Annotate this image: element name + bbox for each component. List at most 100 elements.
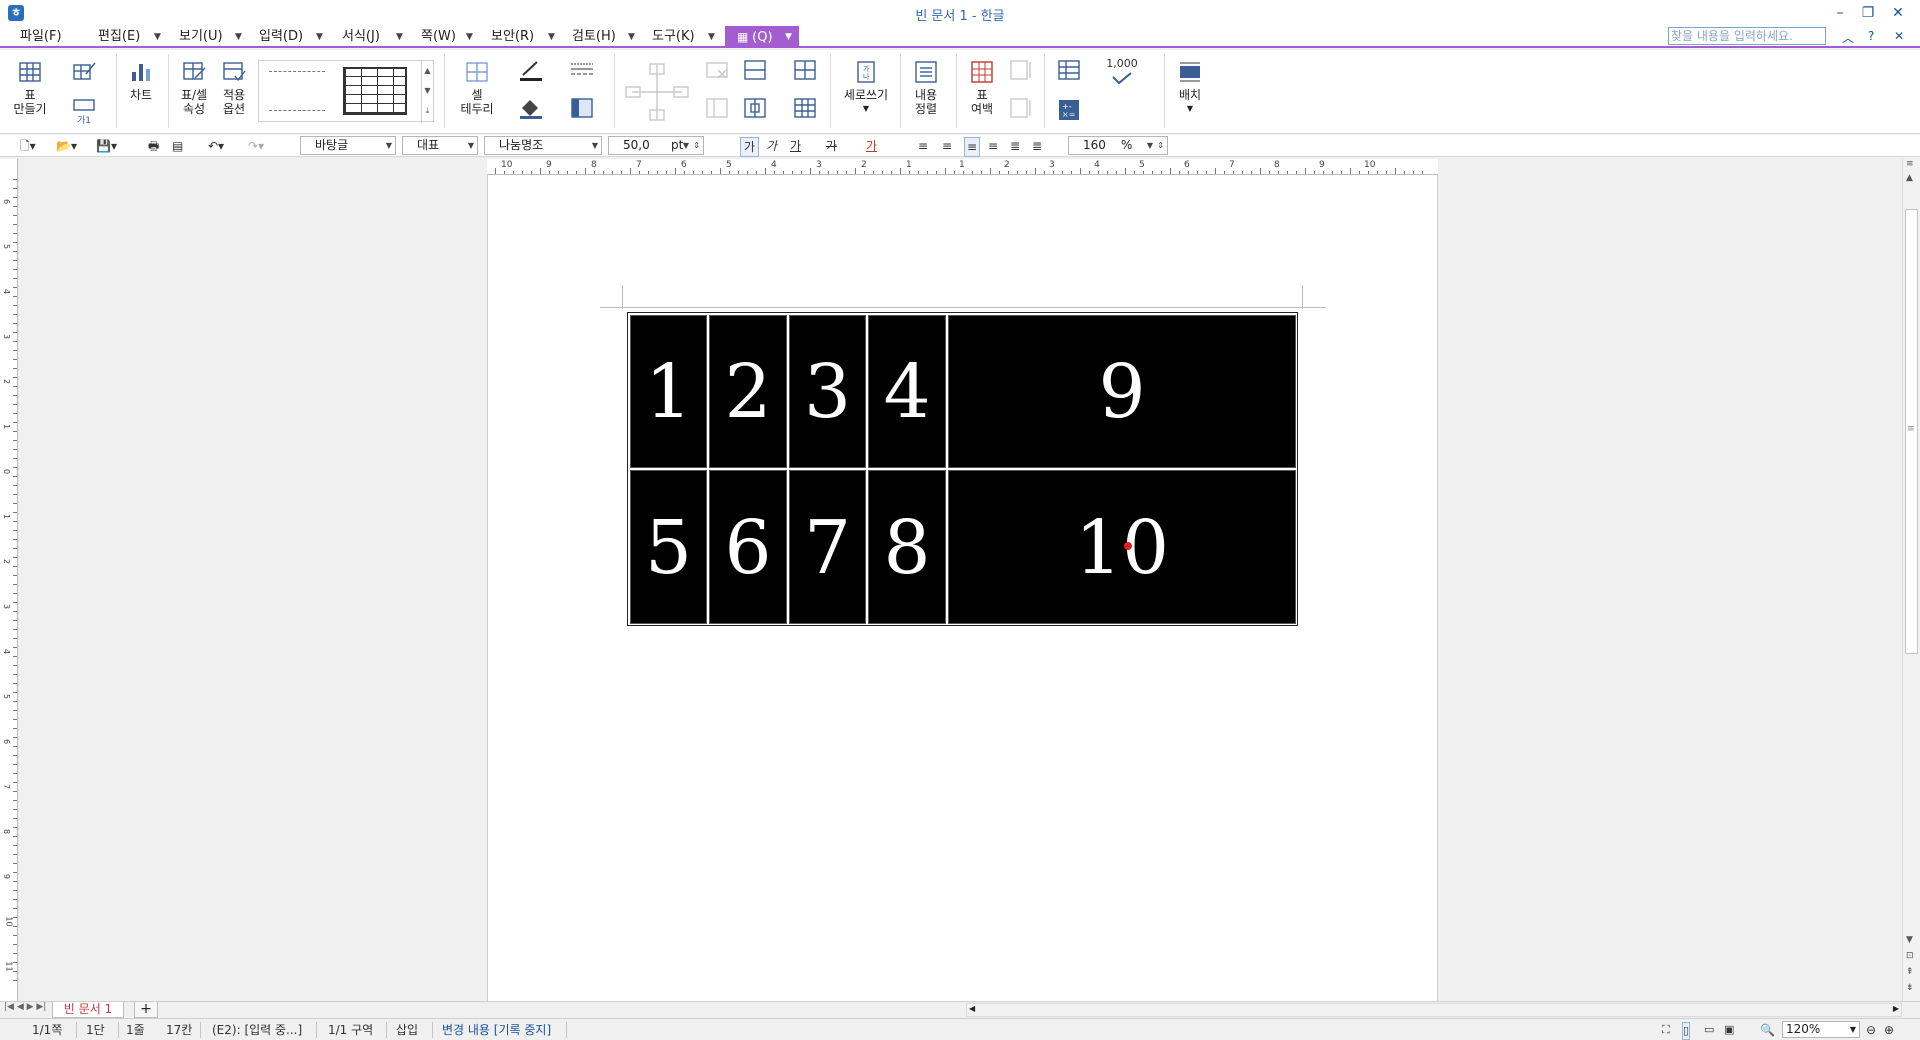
scroll-right-icon[interactable]: ▶ bbox=[1893, 1004, 1899, 1013]
table-style-button[interactable] bbox=[62, 60, 106, 88]
apply-options-button[interactable]: 적용 옵션 bbox=[216, 60, 252, 116]
bold-button[interactable]: 가 bbox=[740, 137, 760, 157]
split-cells-button[interactable] bbox=[740, 58, 770, 86]
chevron-down-icon[interactable]: ▼ bbox=[466, 28, 473, 46]
table-cell[interactable]: 1 bbox=[630, 315, 707, 468]
document-table[interactable]: 1 2 3 4 9 5 6 7 8 10 bbox=[627, 312, 1298, 626]
view-full-icon[interactable]: ⛶ bbox=[1662, 1022, 1670, 1038]
zoom-in-icon[interactable]: ⊕ bbox=[1884, 1022, 1894, 1038]
chevron-down-icon[interactable]: ▼ bbox=[548, 28, 555, 46]
italic-button[interactable]: 가 bbox=[766, 137, 777, 155]
table-cell[interactable]: 4 bbox=[868, 315, 946, 468]
ruler-toggle-icon[interactable]: ≡ bbox=[1906, 159, 1914, 169]
cell-style-button[interactable]: 가1 bbox=[62, 98, 106, 128]
align-left-icon[interactable]: ≡ bbox=[942, 137, 952, 155]
next-page-icon[interactable]: ⇟ bbox=[1906, 983, 1914, 993]
table-style-thumbnail-grid[interactable] bbox=[343, 67, 407, 115]
table-style-thumbnail-plain[interactable] bbox=[269, 71, 325, 111]
chevron-down-icon[interactable]: ▼ bbox=[708, 28, 715, 46]
table-cell[interactable]: 7 bbox=[789, 470, 866, 624]
language-select[interactable]: 대표 ▼ bbox=[402, 136, 478, 155]
delete-cells-button[interactable] bbox=[702, 58, 732, 86]
open-folder-icon[interactable]: 📂▾ bbox=[56, 137, 77, 155]
menu-insert[interactable]: 입력(D) bbox=[259, 28, 303, 46]
menu-page[interactable]: 쪽(W) bbox=[421, 28, 456, 46]
table-cell[interactable]: 8 bbox=[868, 470, 946, 624]
formula-button[interactable]: +- ×= bbox=[1054, 98, 1084, 126]
menu-format[interactable]: 서식(J) bbox=[342, 28, 380, 46]
view-two-page-icon[interactable]: ▭ bbox=[1704, 1022, 1714, 1038]
table-cell[interactable]: 5 bbox=[630, 470, 707, 624]
align-split-icon[interactable]: ≣ bbox=[1032, 137, 1042, 155]
table-cell-active[interactable]: 10 bbox=[948, 470, 1296, 624]
horizontal-scrollbar[interactable]: ◀ ▶ bbox=[966, 1003, 1902, 1017]
align-center-icon[interactable]: ≡ bbox=[964, 137, 981, 157]
tab-scroll-arrows[interactable]: |◀ ◀ ▶ ▶| bbox=[4, 1002, 46, 1012]
align-justify-icon[interactable]: ≡ bbox=[918, 137, 928, 155]
table-cell[interactable]: 2 bbox=[709, 315, 787, 468]
zoom-select[interactable]: 120% ▼ bbox=[1782, 1021, 1860, 1038]
table-margin-button[interactable]: 표 여백 bbox=[962, 60, 1002, 116]
table-style-gallery[interactable]: ▲ ▼ ⤓ bbox=[258, 60, 434, 123]
gallery-scroll[interactable]: ▲ ▼ ⤓ bbox=[421, 61, 433, 123]
chart-button[interactable]: 차트 bbox=[124, 60, 158, 102]
font-select[interactable]: 나눔명조 ▼ bbox=[484, 136, 602, 155]
document-tab[interactable]: 빈 문서 1 bbox=[52, 1002, 124, 1018]
make-table-button[interactable]: 표 만들기 bbox=[10, 60, 50, 116]
content-align-button[interactable]: 내용 정렬 bbox=[906, 60, 946, 116]
menu-tools[interactable]: 도구(K) bbox=[652, 28, 695, 46]
table-grid-button[interactable] bbox=[790, 58, 820, 86]
arrange-button[interactable]: 배치 ▼ bbox=[1172, 60, 1208, 116]
menu-edit[interactable]: 편집(E) bbox=[98, 28, 140, 46]
menu-view[interactable]: 보기(U) bbox=[179, 28, 223, 46]
chevron-down-icon[interactable]: ▼ bbox=[235, 28, 242, 46]
zoom-icon[interactable]: 🔍 bbox=[1760, 1022, 1775, 1038]
align-distribute-icon[interactable]: ≣ bbox=[1010, 137, 1020, 155]
vertical-writing-button[interactable]: 가나 세로쓰기 ▼ bbox=[836, 60, 896, 116]
cell-border-button[interactable]: 셀 테두리 bbox=[454, 60, 500, 116]
cell-calc-button[interactable] bbox=[1054, 58, 1084, 86]
print-icon[interactable]: 🖶 bbox=[148, 137, 159, 155]
page-view-icon[interactable]: ⊡ bbox=[1906, 951, 1914, 961]
prev-page-icon[interactable]: ⇞ bbox=[1906, 967, 1914, 977]
help-button[interactable]: ? bbox=[1868, 29, 1874, 43]
vertical-scrollbar[interactable]: ≡ ▲ ≡ ▼ ⊡ ⇞ ⇟ bbox=[1902, 159, 1920, 1002]
cell-fill-button[interactable] bbox=[508, 96, 552, 124]
scroll-down-icon[interactable]: ▼ bbox=[1906, 935, 1913, 945]
number-format-button[interactable]: 1,000 bbox=[1102, 56, 1142, 85]
tab-table[interactable]: ▦ (Q) ▼ bbox=[725, 26, 799, 48]
table-cell-properties-button[interactable]: 표/셀 속성 bbox=[176, 60, 212, 116]
chevron-down-icon[interactable]: ▼ bbox=[396, 28, 403, 46]
restore-button[interactable]: ❐ bbox=[1856, 3, 1880, 23]
search-input[interactable]: 찾을 내용을 입력하세요. bbox=[1668, 27, 1826, 45]
table-cell[interactable]: 9 bbox=[948, 315, 1296, 468]
insert-mode-toggle[interactable]: 삽입 bbox=[396, 1022, 418, 1038]
add-tab-button[interactable]: + bbox=[134, 1002, 158, 1018]
chevron-down-icon[interactable]: ▼ bbox=[154, 28, 161, 46]
merge-cells-button[interactable] bbox=[740, 96, 770, 124]
distribute-cols-button[interactable] bbox=[1006, 96, 1036, 124]
view-page-icon[interactable]: ▯ bbox=[1682, 1022, 1691, 1040]
chevron-down-icon[interactable]: ▼ bbox=[316, 28, 323, 46]
collapse-ribbon-button[interactable]: ︿ bbox=[1842, 29, 1854, 46]
close-button[interactable]: ✕ bbox=[1886, 3, 1910, 23]
menu-file[interactable]: 파일(F) bbox=[20, 28, 62, 46]
table-grid-button[interactable] bbox=[790, 96, 820, 124]
scroll-left-icon[interactable]: ◀ bbox=[969, 1004, 975, 1013]
cell-shade-button[interactable] bbox=[560, 96, 604, 124]
font-color-button[interactable]: 가 bbox=[866, 137, 877, 155]
preview-icon[interactable]: ▤ bbox=[172, 137, 183, 155]
menu-review[interactable]: 검토(H) bbox=[572, 28, 616, 46]
save-icon[interactable]: 💾▾ bbox=[96, 137, 117, 155]
zoom-out-icon[interactable]: ⊖ bbox=[1866, 1022, 1876, 1038]
horizontal-ruler[interactable]: 10 9 8 7 6 5 4 3 2 1 1 2 3 4 5 6 7 8 9 10 bbox=[487, 159, 1438, 175]
font-size-input[interactable]: 50,0 pt ▼ ⇕ bbox=[608, 136, 704, 155]
line-spacing-input[interactable]: 160% ▼ ⇕ bbox=[1068, 136, 1168, 155]
new-document-icon[interactable]: 🗋▾ bbox=[20, 137, 36, 155]
chevron-down-icon[interactable]: ▼ bbox=[628, 28, 635, 46]
view-grid-icon[interactable]: ▣ bbox=[1724, 1022, 1734, 1038]
underline-button[interactable]: 가 bbox=[790, 137, 801, 155]
close-document-button[interactable]: ✕ bbox=[1894, 29, 1904, 43]
vertical-ruler[interactable]: 6 5 4 3 2 1 0 1 2 3 4 5 6 7 8 9 10 11 bbox=[0, 159, 18, 1002]
redo-icon[interactable]: ↷▾ bbox=[248, 137, 264, 155]
